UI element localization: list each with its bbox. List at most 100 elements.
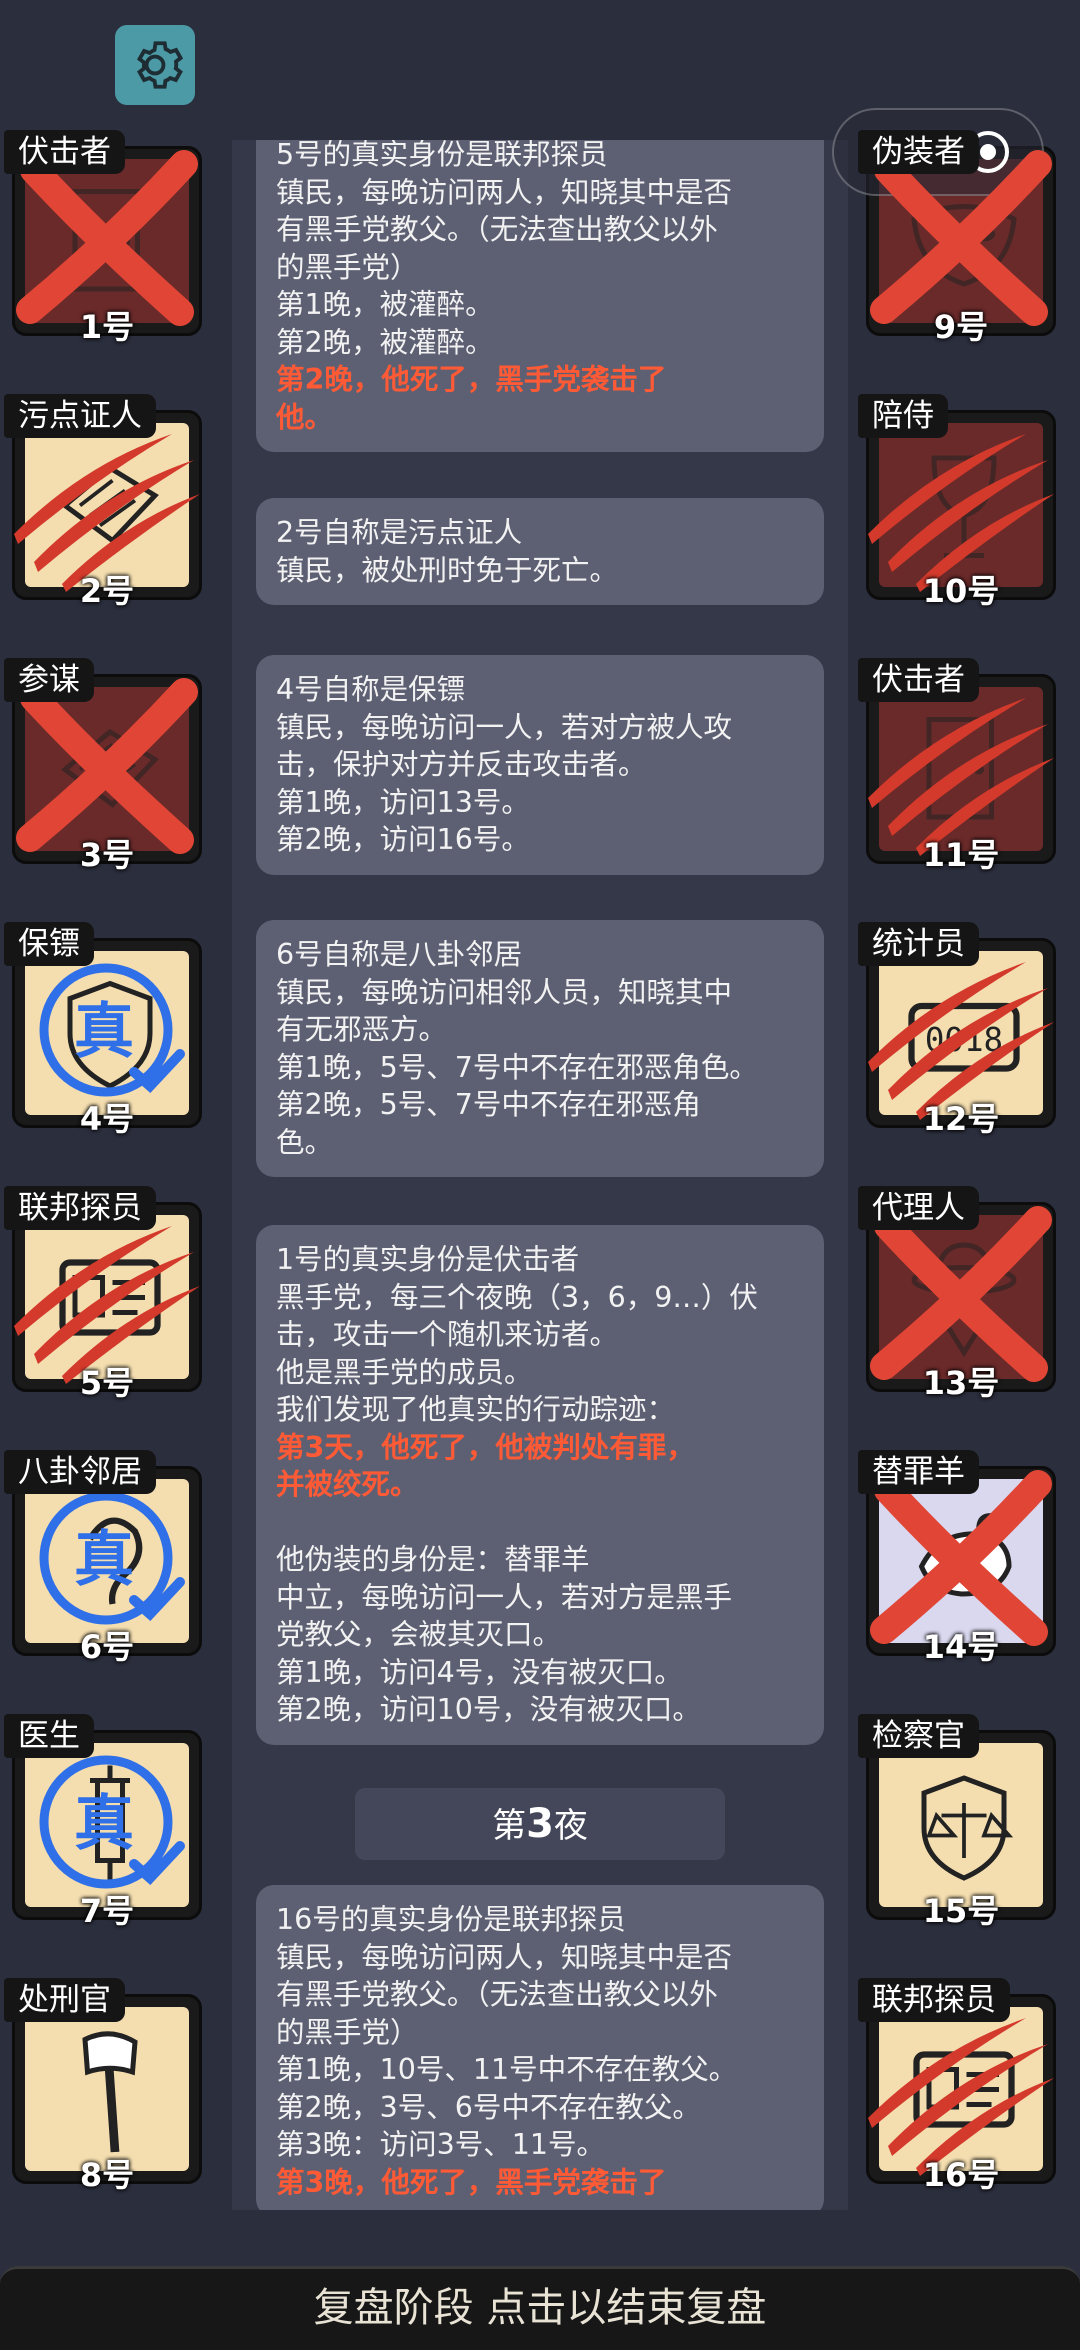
- player-seat[interactable]: 联邦探员 5号: [4, 1186, 210, 1402]
- log-line: 镇民，每晚访问两人，知晓其中是否: [276, 175, 733, 209]
- death-note-line: 第3晚，他死了，黑手党袭击了: [276, 2165, 667, 2199]
- log-entry-card: 6号自称是八卦邻居 镇民，每晚访问相邻人员，知晓其中 有无邪恶方。 第1晚，5号、7号…: [256, 920, 824, 1177]
- role-art-panel: [879, 1743, 1043, 1907]
- log-line: 1号的真实身份是伏击者: [276, 1243, 580, 1276]
- log-line: 有黑手党教父。（无法查出教父以外: [276, 213, 718, 246]
- role-art-icon: [921, 1775, 1014, 1881]
- seat-number: 4号: [79, 1100, 135, 1138]
- role-label: 保镖: [4, 922, 94, 966]
- player-seat[interactable]: 真 医生 7号: [4, 1714, 210, 1930]
- role-art-icon: [82, 2031, 138, 2153]
- log-entry-card: 1号的真实身份是伏击者黑手党，每三个夜晚（3，6，9…）伏 击，攻击一个随机来访者…: [256, 1225, 824, 1745]
- seat-number: 1号: [79, 308, 135, 346]
- seat-number: 8号: [79, 2156, 135, 2194]
- log-line: 2号自称是污点证人: [276, 516, 523, 549]
- player-seat[interactable]: 污点证人 2号: [4, 394, 210, 610]
- player-seat[interactable]: 伏击者 1号: [4, 130, 210, 346]
- role-art-panel: [25, 2007, 189, 2171]
- night-prefix: 第: [492, 1806, 527, 1846]
- role-label: 污点证人: [4, 394, 156, 438]
- log-line: 我们发现了他真实的行动踪迹：: [276, 1393, 676, 1426]
- log-line: 5号的真实身份是联邦探员: [276, 140, 608, 171]
- log-line: 4号自称是保镖: [276, 673, 466, 706]
- log-line: 有黑手党教父。（无法查出教父以外: [276, 1978, 718, 2011]
- log-line: 镇民，每晚访问一人，若对方被人攻: [276, 710, 733, 744]
- log-line: 第2晚，3号、6号中不存在教父。: [276, 2090, 701, 2124]
- log-line: 第1晚，访问4号，没有被灭口。: [276, 1655, 683, 1689]
- seat-number: 11号: [922, 836, 1000, 874]
- player-seat[interactable]: 伪装者 9号: [858, 130, 1064, 346]
- log-line: 击，保护对方并反击攻击者。: [276, 748, 647, 781]
- seat-number: 9号: [933, 308, 989, 346]
- role-label: 联邦探员: [858, 1978, 1010, 2022]
- log-line: 6号自称是八卦邻居: [276, 938, 523, 971]
- log-line: 党教父，会被其灭口。: [276, 1618, 562, 1651]
- death-note-line: 第3天，他死了，他被判处有罪，: [276, 1430, 695, 1464]
- seat-number: 6号: [79, 1628, 135, 1666]
- review-log-feed[interactable]: 5号的真实身份是联邦探员镇民，每晚访问两人，知晓其中是否 有黑手党教父。（无法查出…: [232, 140, 848, 2210]
- end-review-button[interactable]: 复盘阶段 点击以结束复盘: [0, 2266, 1080, 2350]
- player-seat[interactable]: 真 八卦邻居 6号: [4, 1450, 210, 1666]
- player-seat[interactable]: 联邦探员 16号: [858, 1978, 1064, 2194]
- player-seat[interactable]: 参谋 3号: [4, 658, 210, 874]
- log-line: 镇民，被处刑时免于死亡。: [276, 553, 619, 587]
- night-divider: 第3夜: [355, 1788, 725, 1860]
- log-line: 第2晚，5号、7号中不存在邪恶角: [276, 1088, 701, 1121]
- seat-number: 2号: [79, 572, 135, 610]
- night-number: 3: [526, 1801, 554, 1847]
- player-seat[interactable]: 伏击者 11号: [858, 658, 1064, 874]
- log-line: 镇民，每晚访问相邻人员，知晓其中: [276, 975, 733, 1009]
- player-seat[interactable]: 代理人 13号: [858, 1186, 1064, 1402]
- seat-number: 10号: [922, 572, 1000, 610]
- log-entry-card: 4号自称是保镖镇民，每晚访问一人，若对方被人攻 击，保护对方并反击攻击者。 第1晚，…: [256, 655, 824, 875]
- svg-text:真: 真: [74, 1525, 134, 1595]
- log-line: 他伪装的身份是：替罪羊: [276, 1543, 590, 1576]
- seat-number: 5号: [79, 1364, 135, 1402]
- log-line: 色。: [276, 1125, 334, 1159]
- night-suffix: 夜: [553, 1806, 588, 1846]
- death-note-line: 并被绞死。: [276, 1468, 419, 1501]
- log-line: 第2晚，访问10号，没有被灭口。: [276, 1693, 701, 1726]
- log-line: 的黑手党）: [276, 250, 419, 284]
- log-line: 中立，每晚访问一人，若对方是黑手: [276, 1580, 733, 1614]
- role-label: 伪装者: [858, 130, 979, 174]
- seat-number: 14号: [922, 1628, 1000, 1666]
- seat-number: 3号: [79, 836, 135, 874]
- role-label: 统计员: [858, 922, 979, 966]
- role-label: 参谋: [4, 658, 94, 702]
- role-label: 检察官: [858, 1714, 979, 1758]
- log-line: 的黑手党）: [276, 2015, 419, 2049]
- seat-number: 12号: [922, 1100, 1000, 1138]
- player-seat[interactable]: 检察官 15号: [858, 1714, 1064, 1930]
- player-seat[interactable]: 0018统计员12号: [858, 922, 1064, 1138]
- role-label: 替罪羊: [858, 1450, 979, 1494]
- seat-number: 7号: [79, 1892, 135, 1930]
- log-entry-card: 5号的真实身份是联邦探员镇民，每晚访问两人，知晓其中是否 有黑手党教父。（无法查出…: [256, 140, 824, 452]
- log-line: 他是黑手党的成员。: [276, 1355, 533, 1389]
- log-line: 黑手党，每三个夜晚（3，6，9…）伏: [276, 1280, 758, 1314]
- player-seat[interactable]: 替罪羊 14号: [858, 1450, 1064, 1666]
- seat-number: 16号: [922, 2156, 1000, 2194]
- log-line: 第1晚，被灌醉。: [276, 288, 494, 321]
- player-seat[interactable]: 真 保镖 4号: [4, 922, 210, 1138]
- role-label: 处刑官: [4, 1978, 125, 2022]
- log-line: 镇民，每晚访问两人，知晓其中是否: [276, 1940, 733, 1974]
- log-line: 击，攻击一个随机来访者。: [276, 1318, 619, 1351]
- role-label: 伏击者: [858, 658, 979, 702]
- log-line: 第1晚，访问13号。: [276, 785, 530, 819]
- seat-number: 13号: [922, 1364, 1000, 1402]
- log-line: 第2晚，访问16号。: [276, 823, 530, 856]
- log-line: 有无邪恶方。: [276, 1013, 448, 1046]
- role-label: 联邦探员: [4, 1186, 156, 1230]
- player-seat[interactable]: 陪侍 10号: [858, 394, 1064, 610]
- settings-button[interactable]: [115, 25, 195, 105]
- svg-text:真: 真: [74, 997, 134, 1067]
- seat-number: 15号: [922, 1892, 1000, 1930]
- role-label: 代理人: [858, 1186, 979, 1230]
- svg-text:真: 真: [74, 1789, 134, 1859]
- player-seat[interactable]: 处刑官 8号: [4, 1978, 210, 2194]
- role-label: 医生: [4, 1714, 94, 1758]
- death-note-line: 第2晚，他死了，黑手党袭击了: [276, 363, 667, 396]
- role-label: 伏击者: [4, 130, 125, 174]
